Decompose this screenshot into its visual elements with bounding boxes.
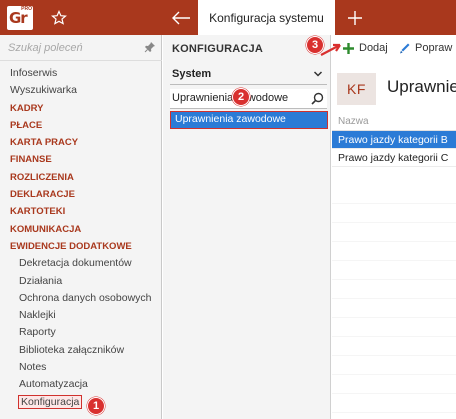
dropdown-value: System xyxy=(172,68,212,80)
sidebar-item-label: KADRY xyxy=(10,102,44,114)
sidebar-item-label: DEKLARACJE xyxy=(10,189,75,201)
sidebar-nav: Infoserwis Wyszukiwarka KADRY PŁACE KART… xyxy=(0,65,161,411)
sidebar-item-raporty[interactable]: Raporty xyxy=(0,324,161,341)
table-row[interactable]: Prawo jazdy kategorii B xyxy=(332,131,456,149)
sidebar-item-infoserwis[interactable]: Infoserwis xyxy=(0,65,161,82)
sidebar-item-label: FINANSE xyxy=(10,154,52,166)
search-icon[interactable] xyxy=(311,92,324,108)
sidebar-item-automatyzacja[interactable]: Automatyzacja xyxy=(0,376,161,393)
sidebar-item-ochrona-danych[interactable]: Ochrona danych osobowych xyxy=(0,290,161,307)
sidebar-item-konfiguracja[interactable]: Konfiguracja xyxy=(0,394,161,411)
sidebar-item-label: Działania xyxy=(19,274,63,287)
page-title: Uprawnienia zawodowe xyxy=(387,77,456,96)
data-grid: Nazwa Prawo jazdy kategorii B Prawo jazd… xyxy=(332,112,456,167)
sidebar-item-label: Infoserwis xyxy=(10,67,58,79)
kf-badge: KF xyxy=(337,73,376,105)
sidebar-item-label: Naklejki xyxy=(19,309,56,322)
sidebar-item-wyszukiwarka[interactable]: Wyszukiwarka xyxy=(0,82,161,99)
back-arrow-icon[interactable] xyxy=(166,0,196,35)
search-placeholder: Szukaj poleceń xyxy=(8,42,83,54)
sidebar-item-dekretacja[interactable]: Dekretacja dokumentów xyxy=(0,255,161,272)
sidebar-item-label: KARTOTEKI xyxy=(10,206,66,218)
panel-title: KONFIGURACJA xyxy=(172,43,264,55)
list-item-uprawnienia-zawodowe[interactable]: Uprawnienia zawodowe xyxy=(170,111,328,129)
app-logo[interactable]: Gr PRO xyxy=(7,6,33,30)
sidebar-item-label: Automatyzacja xyxy=(19,378,88,391)
sidebar-item-label: Biblioteka załączników xyxy=(19,343,125,356)
sidebar-category-kadry[interactable]: KADRY xyxy=(0,100,161,117)
sidebar-item-label: ROZLICZENIA xyxy=(10,171,74,183)
sidebar-category-rozliczenia[interactable]: ROZLICZENIA xyxy=(0,169,161,186)
pencil-icon xyxy=(400,43,410,53)
add-button[interactable]: Dodaj xyxy=(342,40,388,56)
sidebar-category-place[interactable]: PŁACE xyxy=(0,117,161,134)
add-label: Dodaj xyxy=(359,42,388,54)
sidebar-item-notes[interactable]: Notes xyxy=(0,359,161,376)
step-badge-1: 1 xyxy=(87,397,105,415)
sidebar-category-ewidencje-dodatkowe[interactable]: EWIDENCJE DODATKOWE xyxy=(0,238,161,255)
record-header: KF Uprawnienia zawodowe xyxy=(332,71,456,107)
sidebar-category-komunikacja[interactable]: KOMUNIKACJA xyxy=(0,221,161,238)
step-badge-2: 2 xyxy=(232,88,250,106)
system-dropdown[interactable]: System xyxy=(170,65,327,85)
sidebar-item-label: EWIDENCJE DODATKOWE xyxy=(10,240,132,252)
plus-icon[interactable] xyxy=(340,0,370,35)
tab-label: Konfiguracja systemu xyxy=(209,10,324,25)
sidebar-item-dzialania[interactable]: Działania xyxy=(0,273,161,290)
grid-empty-rows xyxy=(332,185,456,419)
sidebar-item-label: KARTA PRACY xyxy=(10,137,79,149)
search-input[interactable]: Szukaj poleceń xyxy=(0,35,162,61)
toolbar: Dodaj Popraw xyxy=(332,35,456,61)
sidebar-category-deklaracje[interactable]: DEKLARACJE xyxy=(0,186,161,203)
sidebar-item-label: Wyszukiwarka xyxy=(10,84,77,97)
sidebar-item-naklejki[interactable]: Naklejki xyxy=(0,307,161,324)
top-bar: Gr PRO Konfiguracja systemu xyxy=(0,0,456,35)
star-icon[interactable] xyxy=(44,0,74,35)
sidebar-item-label: Dekretacja dokumentów xyxy=(19,257,132,270)
edit-button[interactable]: Popraw xyxy=(398,40,452,56)
sidebar-category-karta-pracy[interactable]: KARTA PRACY xyxy=(0,134,161,151)
step-badge-3: 3 xyxy=(306,36,324,54)
sidebar-item-label: PŁACE xyxy=(10,119,43,131)
sidebar-item-label: Ochrona danych osobowych xyxy=(19,291,152,304)
sidebar-category-finanse[interactable]: FINANSE xyxy=(0,151,161,168)
sidebar-item-label: Konfiguracja xyxy=(17,394,83,409)
column-header-nazwa[interactable]: Nazwa xyxy=(332,112,456,131)
sidebar-item-label: KOMUNIKACJA xyxy=(10,223,82,235)
sidebar-item-biblioteka[interactable]: Biblioteka załączników xyxy=(0,342,161,359)
filter-value: Uprawnienia zawodowe xyxy=(172,92,289,104)
pin-icon[interactable] xyxy=(144,41,156,56)
logo-superscript: PRO xyxy=(21,6,32,12)
sidebar: Szukaj poleceń Infoserwis Wyszukiwarka K… xyxy=(0,35,162,419)
sidebar-item-label: Raporty xyxy=(19,326,56,339)
sidebar-category-kartoteki[interactable]: KARTOTEKI xyxy=(0,203,161,220)
sidebar-item-label: Notes xyxy=(19,361,47,374)
main-content: Dodaj Popraw KF Uprawnienia zawodowe Naz… xyxy=(332,35,456,419)
edit-label: Popraw xyxy=(415,42,453,54)
chevron-down-icon xyxy=(313,69,323,82)
table-row[interactable]: Prawo jazdy kategorii C xyxy=(332,149,456,167)
tab-konfiguracja-systemu[interactable]: Konfiguracja systemu xyxy=(198,0,335,35)
